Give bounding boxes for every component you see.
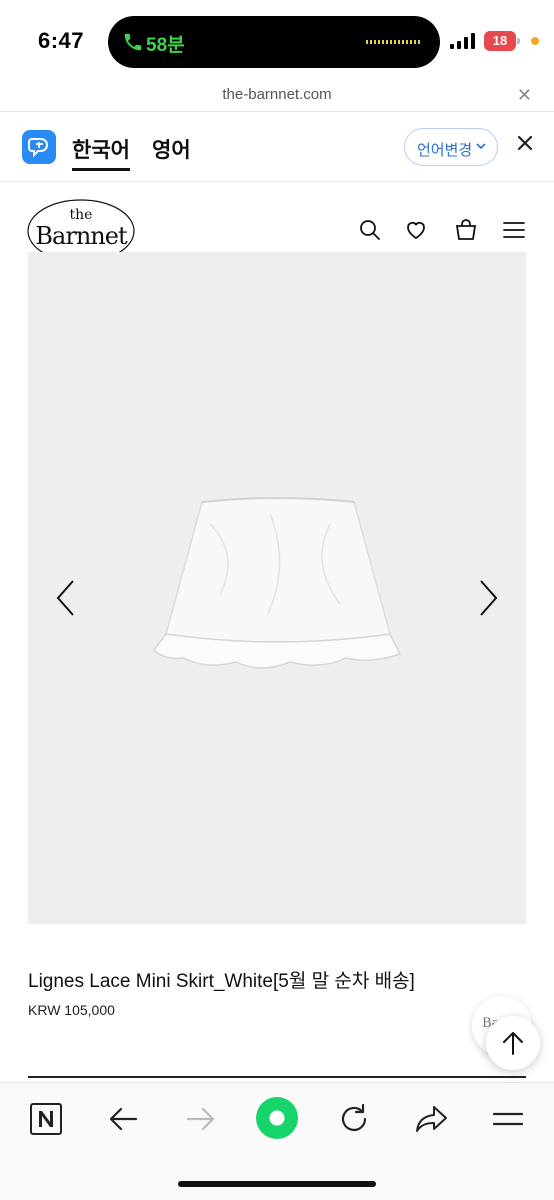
active-tab-indicator: [72, 168, 130, 171]
chevron-left-icon[interactable]: [54, 578, 76, 618]
browser-bottom-nav: [0, 1082, 554, 1200]
signal-icon: [450, 33, 475, 49]
search-icon[interactable]: [358, 218, 382, 242]
section-divider: [28, 1076, 526, 1078]
battery-level: 18: [492, 33, 508, 48]
heart-icon[interactable]: [404, 218, 428, 242]
back-arrow-icon[interactable]: [106, 1101, 142, 1137]
shopping-bag-icon[interactable]: [454, 218, 478, 242]
change-language-label: 언어변경: [417, 142, 473, 159]
tab-korean[interactable]: 한국어: [72, 134, 130, 164]
battery-icon: 18: [484, 31, 520, 51]
logo-name: Barnnet: [35, 222, 127, 250]
translate-app-icon: [22, 130, 56, 164]
status-bar: 6:47 58분 18: [0, 0, 554, 82]
reload-icon[interactable]: [336, 1101, 372, 1137]
url-text[interactable]: the-barnnet.com: [0, 86, 554, 103]
share-icon[interactable]: [414, 1101, 450, 1137]
naver-icon[interactable]: [28, 1101, 64, 1137]
call-duration: 58분: [146, 35, 185, 56]
translate-bar: 한국어 영어 언어변경: [0, 112, 554, 182]
scroll-top-button[interactable]: [486, 1016, 540, 1070]
product-title: Lignes Lace Mini Skirt_White[5월 말 순차 배송]: [28, 971, 415, 992]
privacy-indicator: [531, 37, 539, 45]
menu-icon[interactable]: [490, 1101, 526, 1137]
product-photo: [153, 497, 402, 669]
tab-english[interactable]: 영어: [152, 134, 191, 164]
chevron-right-icon[interactable]: [478, 578, 500, 618]
arrow-up-icon: [503, 1032, 523, 1055]
menu-icon[interactable]: [502, 218, 526, 242]
product-image-carousel[interactable]: [28, 252, 526, 924]
close-icon[interactable]: [516, 134, 534, 152]
dynamic-island[interactable]: 58분: [108, 16, 440, 68]
phone-icon: [124, 33, 142, 51]
logo-the: the: [69, 207, 93, 223]
chevron-down-icon: [476, 143, 486, 150]
audio-wave-icon: [366, 40, 422, 44]
site-header: the Barnnet: [0, 182, 554, 263]
close-icon[interactable]: ✕: [517, 85, 532, 106]
product-price: KRW 105,000: [28, 1002, 115, 1018]
change-language-button[interactable]: 언어변경: [404, 128, 498, 166]
green-circle-icon[interactable]: [256, 1097, 298, 1139]
forward-arrow-icon[interactable]: [182, 1101, 218, 1137]
url-bar[interactable]: the-barnnet.com ✕: [0, 80, 554, 112]
clock: 6:47: [38, 28, 85, 53]
home-indicator[interactable]: [178, 1181, 376, 1187]
